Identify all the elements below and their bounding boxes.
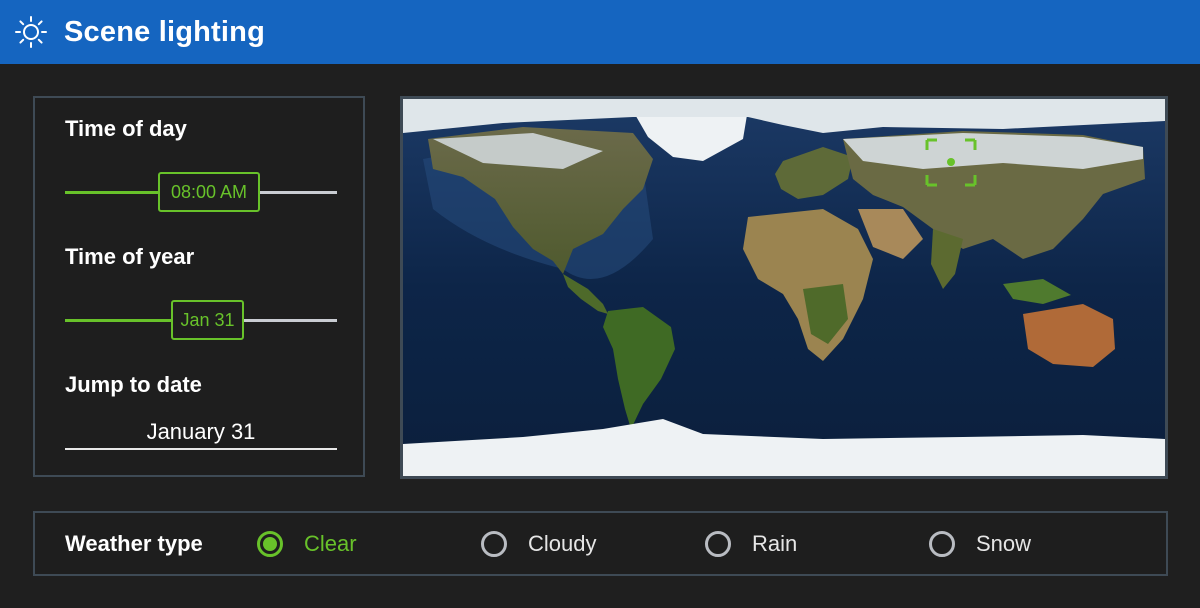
page-title: Scene lighting [64, 16, 265, 48]
world-map[interactable] [400, 96, 1168, 479]
title-bar: Scene lighting [0, 0, 1200, 64]
weather-option-snow[interactable]: Snow [929, 527, 1031, 561]
sun-icon [14, 15, 48, 49]
weather-type-label: Weather type [65, 531, 203, 556]
weather-option-label[interactable]: Clear [304, 530, 357, 558]
radio-button-unchecked-icon[interactable] [705, 531, 731, 557]
time-of-year-slider[interactable]: Jan 31 [65, 300, 337, 340]
jump-to-date-input[interactable] [65, 416, 337, 450]
weather-option-rain[interactable]: Rain [705, 527, 797, 561]
weather-option-label[interactable]: Cloudy [528, 530, 596, 558]
radio-button-checked-icon[interactable] [257, 531, 283, 557]
weather-option-clear[interactable]: Clear [257, 527, 357, 561]
weather-option-label[interactable]: Snow [976, 530, 1031, 558]
time-of-year-label: Time of year [65, 244, 195, 269]
time-of-day-slider-thumb[interactable]: 08:00 AM [158, 172, 260, 212]
time-of-day-slider[interactable]: 08:00 AM [65, 172, 337, 212]
radio-button-unchecked-icon[interactable] [481, 531, 507, 557]
time-of-year-slider-thumb[interactable]: Jan 31 [171, 300, 244, 340]
weather-option-label[interactable]: Rain [752, 530, 797, 558]
radio-dot [263, 537, 277, 551]
time-controls-panel: Time of day 08:00 AM Time of year Jan 31… [33, 96, 365, 477]
time-of-day-label: Time of day [65, 116, 187, 141]
slider-track-fill [65, 319, 175, 322]
jump-to-date-label: Jump to date [65, 372, 202, 397]
scene-lighting-window: Scene lighting Time of day 08:00 AM Time… [0, 0, 1200, 608]
weather-type-panel: Weather type Clear Cloudy Rain Snow [33, 511, 1168, 576]
radio-button-unchecked-icon[interactable] [929, 531, 955, 557]
weather-option-cloudy[interactable]: Cloudy [481, 527, 596, 561]
world-map-image[interactable] [403, 99, 1165, 476]
slider-track-fill [65, 191, 161, 194]
